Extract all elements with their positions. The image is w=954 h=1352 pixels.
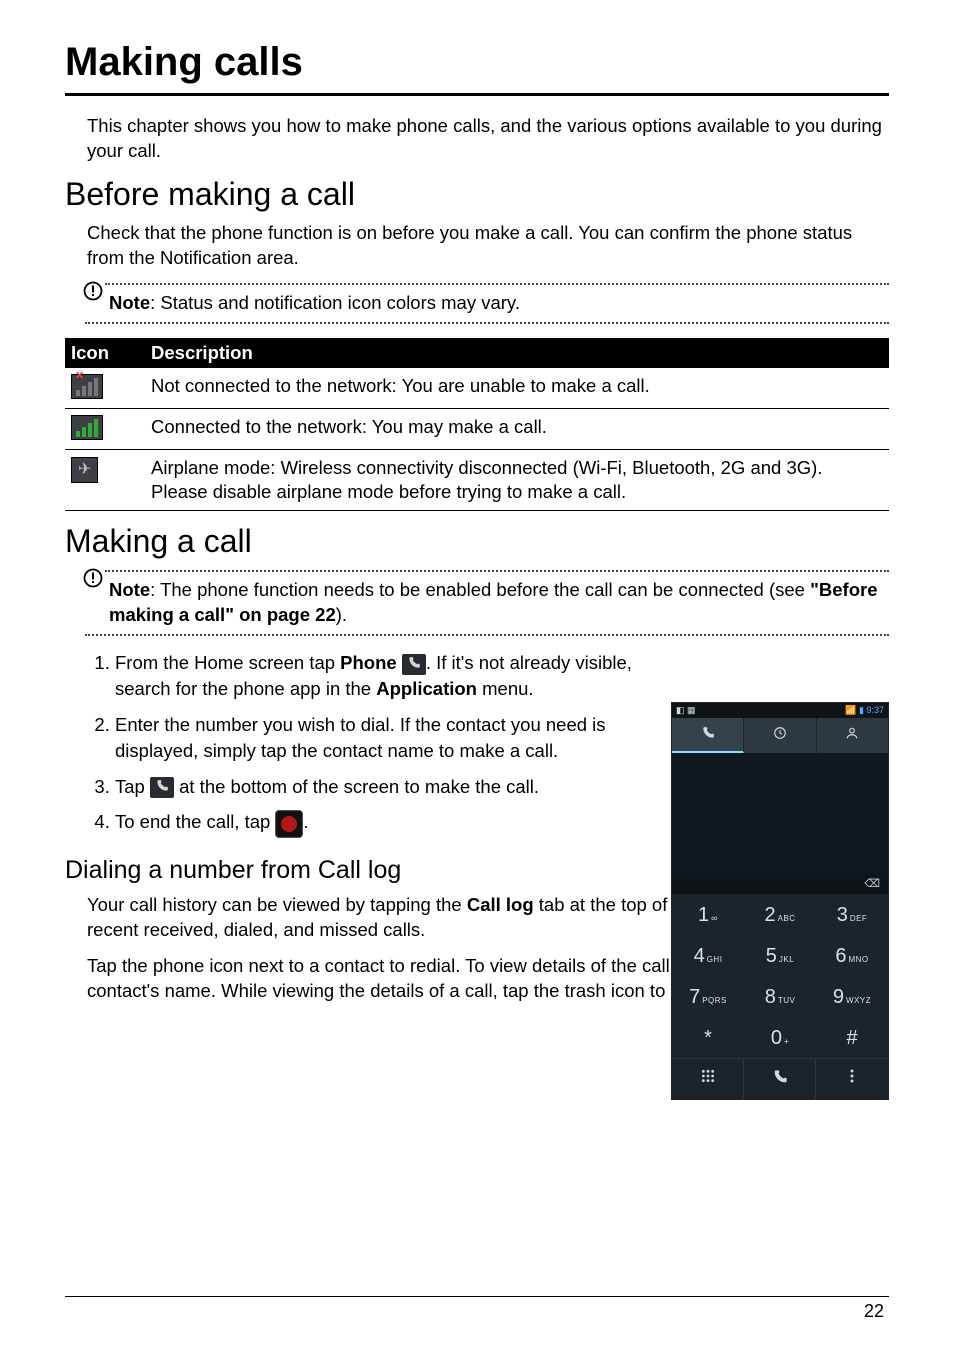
key-hash[interactable]: #: [816, 1017, 888, 1058]
tab-dialer[interactable]: [672, 718, 744, 753]
number-display: [672, 753, 888, 873]
step-text: Tap: [115, 776, 150, 797]
col-icon: Icon: [65, 338, 145, 368]
key-8[interactable]: 8TUV: [744, 976, 816, 1017]
menu-icon[interactable]: [816, 1059, 888, 1099]
steps-list: From the Home screen tap Phone . If it's…: [93, 650, 653, 838]
phone-screenshot: ◧ ▦ 📶 ▮ 9:37 ⌫ 1∞ 2ABC 3DEF 4GHI 5JKL 6M…: [671, 702, 889, 1100]
step-1: From the Home screen tap Phone . If it's…: [115, 650, 653, 702]
alert-icon: [83, 281, 103, 306]
note-making: Note: The phone function needs to be ena…: [85, 570, 889, 636]
dial-button[interactable]: [744, 1059, 816, 1099]
keypad: 1∞ 2ABC 3DEF 4GHI 5JKL 6MNO 7PQRS 8TUV 9…: [672, 894, 888, 1058]
status-right: 📶 ▮ 9:37: [845, 705, 884, 716]
row-desc: Connected to the network: You may make a…: [145, 408, 889, 449]
signal-icon: [71, 415, 103, 440]
key-0[interactable]: 0+: [744, 1017, 816, 1058]
call-log-bold: Call log: [467, 894, 534, 915]
title-rule: [65, 93, 889, 96]
key-4[interactable]: 4GHI: [672, 935, 744, 976]
key-star[interactable]: *: [672, 1017, 744, 1058]
status-bar: ◧ ▦ 📶 ▮ 9:37: [672, 703, 888, 718]
tab-contacts[interactable]: [817, 718, 888, 753]
note-before: Note: Status and notification icon color…: [85, 283, 889, 324]
step-2: Enter the number you wish to dial. If th…: [115, 712, 653, 764]
key-1[interactable]: 1∞: [672, 894, 744, 935]
application-bold: Application: [376, 678, 477, 699]
p1-text: Your call history can be viewed by tappi…: [87, 894, 467, 915]
call-icon: [150, 777, 174, 798]
note-label: Note: [109, 292, 150, 313]
table-row: Connected to the network: You may make a…: [65, 408, 889, 449]
key-7[interactable]: 7PQRS: [672, 976, 744, 1017]
dialer-bottom-row: [672, 1058, 888, 1099]
grid-icon[interactable]: [672, 1059, 744, 1099]
key-6[interactable]: 6MNO: [816, 935, 888, 976]
icon-table: Icon Description ✕ Not connected to the …: [65, 338, 889, 511]
tab-recent[interactable]: [744, 718, 816, 753]
end-call-icon: [275, 810, 303, 838]
backspace-row: ⌫: [672, 873, 888, 894]
phone-icon: [402, 654, 426, 675]
step-4: To end the call, tap .: [115, 809, 653, 837]
step-text: .: [303, 811, 308, 832]
intro-paragraph: This chapter shows you how to make phone…: [87, 114, 889, 164]
airplane-icon: ✈: [71, 457, 98, 483]
before-body: Check that the phone function is on befo…: [87, 221, 889, 271]
step-text: From the Home screen tap: [115, 652, 340, 673]
note-text-1: : The phone function needs to be enabled…: [150, 579, 810, 600]
key-2[interactable]: 2ABC: [744, 894, 816, 935]
page-title: Making calls: [65, 40, 889, 85]
note-label: Note: [109, 579, 150, 600]
dialer-tabs: [672, 718, 888, 753]
table-row: ✕ Not connected to the network: You are …: [65, 368, 889, 409]
col-desc: Description: [145, 338, 889, 368]
phone-bold: Phone: [340, 652, 397, 673]
note-text-2: ).: [336, 604, 347, 625]
table-row: ✈ Airplane mode: Wireless connectivity d…: [65, 449, 889, 510]
before-heading: Before making a call: [65, 176, 889, 213]
step-text: To end the call, tap: [115, 811, 275, 832]
no-signal-icon: ✕: [71, 374, 103, 399]
step-text: menu.: [477, 678, 534, 699]
row-desc: Airplane mode: Wireless connectivity dis…: [145, 449, 889, 510]
making-heading: Making a call: [65, 523, 889, 560]
key-9[interactable]: 9WXYZ: [816, 976, 888, 1017]
row-desc: Not connected to the network: You are un…: [145, 368, 889, 409]
page-number: 22: [864, 1301, 884, 1322]
dotted-rule: [85, 322, 889, 324]
step-text: at the bottom of the screen to make the …: [174, 776, 539, 797]
key-3[interactable]: 3DEF: [816, 894, 888, 935]
alert-icon: [83, 568, 103, 593]
status-left: ◧ ▦: [676, 705, 696, 716]
dotted-rule: [85, 634, 889, 636]
step-3: Tap at the bottom of the screen to make …: [115, 774, 653, 800]
note-text: : Status and notification icon colors ma…: [150, 292, 520, 313]
key-5[interactable]: 5JKL: [744, 935, 816, 976]
footer-rule: [65, 1296, 889, 1297]
backspace-icon[interactable]: ⌫: [864, 878, 880, 890]
